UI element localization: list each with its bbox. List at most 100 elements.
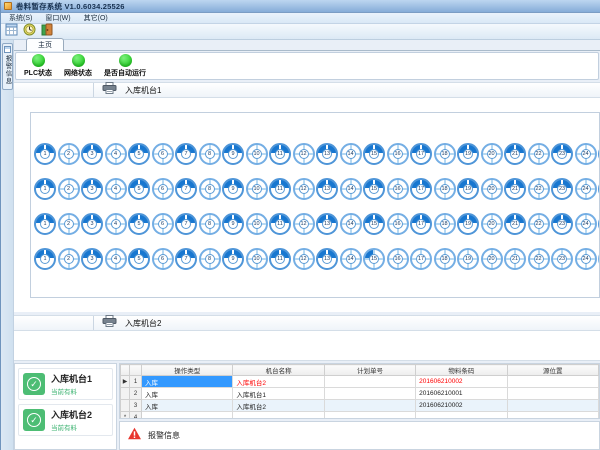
- status-indicators: PLC状态网络状态是否自动运行: [15, 52, 599, 80]
- table-cell[interactable]: 入库机台1: [233, 388, 324, 400]
- slot-number: 11: [275, 254, 285, 264]
- column-header[interactable]: 源位置: [507, 365, 598, 376]
- table-row[interactable]: 2入库入库机台1201606210001: [121, 388, 599, 400]
- slot-number: 9: [228, 184, 238, 194]
- coil-slot: 11: [269, 178, 291, 200]
- machine1-print-button[interactable]: [101, 84, 117, 97]
- coil-slot: 12: [293, 143, 315, 165]
- slot-number: 15: [369, 149, 379, 159]
- printer-icon: [102, 81, 117, 99]
- slot-number: 9: [228, 254, 238, 264]
- table-cell[interactable]: 201606210002: [416, 376, 507, 388]
- slot-number: 24: [581, 149, 591, 159]
- coil-slot: 8: [199, 143, 221, 165]
- coil-slot: 22: [528, 213, 550, 235]
- slot-grid: 1234567891011121314151617181920212223242…: [30, 112, 600, 298]
- slot-number: 22: [534, 149, 544, 159]
- coil-slot: 5: [128, 178, 150, 200]
- header-spacer: [14, 316, 94, 330]
- slot-number: 24: [581, 184, 591, 194]
- table-cell[interactable]: [324, 400, 415, 412]
- coil-slot: 1: [34, 143, 56, 165]
- coil-slot: 3: [81, 178, 103, 200]
- machine2-print-button[interactable]: [101, 317, 117, 330]
- table-cell[interactable]: [507, 388, 598, 400]
- slot-number: 7: [181, 219, 191, 229]
- table-cell[interactable]: [507, 400, 598, 412]
- coil-slot: 14: [340, 248, 362, 270]
- menu-item[interactable]: 窗口(W): [41, 13, 79, 23]
- machine-card[interactable]: ✓入库机台1当前有料: [18, 368, 113, 400]
- coil-slot: 24: [575, 143, 597, 165]
- table-cell[interactable]: 入库: [142, 400, 233, 412]
- coil-slot: 8: [199, 213, 221, 235]
- slot-number: 16: [393, 254, 403, 264]
- exit-button[interactable]: [40, 25, 54, 39]
- slot-number: 5: [134, 254, 144, 264]
- table-row[interactable]: 3入库入库机台2201606210002: [121, 400, 599, 412]
- slot-number: 19: [463, 149, 473, 159]
- slot-number: 14: [346, 184, 356, 194]
- coil-slot: 18: [434, 143, 456, 165]
- status-label: PLC状态: [24, 68, 52, 78]
- machine-card[interactable]: ✓入库机台2当前有料: [18, 404, 113, 436]
- table-cell[interactable]: 入库机台2: [233, 400, 324, 412]
- grid-schedule-icon: [5, 23, 18, 41]
- column-header[interactable]: 计划单号: [324, 365, 415, 376]
- slot-number: 14: [346, 254, 356, 264]
- table-cell[interactable]: 入库机台2: [233, 376, 324, 388]
- slot-number: 7: [181, 254, 191, 264]
- menu-bar: 系统(S)窗口(W)其它(O): [1, 13, 600, 24]
- table-row[interactable]: *4: [121, 412, 599, 420]
- coil-slot: 23: [551, 143, 573, 165]
- machine2-grid-panel: [14, 331, 600, 361]
- coil-slot: 9: [222, 178, 244, 200]
- slot-number: 2: [64, 254, 74, 264]
- table-cell[interactable]: 201606210001: [416, 388, 507, 400]
- slot-number: 3: [87, 219, 97, 229]
- column-header[interactable]: 机台名称: [233, 365, 324, 376]
- column-header[interactable]: 物料条码: [416, 365, 507, 376]
- table-cell[interactable]: [233, 412, 324, 420]
- table-cell[interactable]: 201606210002: [416, 400, 507, 412]
- coil-slot: 12: [293, 248, 315, 270]
- slot-number: 22: [534, 219, 544, 229]
- slot-number: 16: [393, 219, 403, 229]
- slot-number: 10: [252, 219, 262, 229]
- slot-number: 4: [111, 254, 121, 264]
- table-cell[interactable]: [416, 412, 507, 420]
- slot-number: 4: [111, 219, 121, 229]
- slot-number: 23: [557, 254, 567, 264]
- machine1-grid-panel: 1234567891011121314151617181920212223242…: [14, 98, 600, 312]
- table-cell[interactable]: [142, 412, 233, 420]
- slot-number: 7: [181, 149, 191, 159]
- coil-slot: 23: [551, 248, 573, 270]
- table-cell[interactable]: [507, 376, 598, 388]
- coil-slot: 4: [105, 213, 127, 235]
- table-row[interactable]: ▶1入库入库机台2201606210002: [121, 376, 599, 388]
- menu-item[interactable]: 系统(S): [5, 13, 41, 23]
- machine2-title: 入库机台2: [125, 318, 161, 329]
- coil-slot: 11: [269, 143, 291, 165]
- clock-button[interactable]: [22, 25, 36, 39]
- table-cell[interactable]: [507, 412, 598, 420]
- slot-number: 13: [322, 184, 332, 194]
- slot-number: 5: [134, 149, 144, 159]
- window-title: 卷料暂存系统 V1.0.6034.25526: [16, 1, 125, 12]
- tab-home[interactable]: 主页: [26, 38, 64, 51]
- table-body: ▶1入库入库机台22016062100022入库入库机台120160621000…: [121, 376, 599, 420]
- coil-slot: 4: [105, 143, 127, 165]
- table-cell[interactable]: 入库: [142, 376, 233, 388]
- coil-slot: 3: [81, 143, 103, 165]
- table-cell[interactable]: [324, 388, 415, 400]
- table-cell[interactable]: 入库: [142, 388, 233, 400]
- column-header[interactable]: 操作类型: [142, 365, 233, 376]
- coil-slot: 7: [175, 143, 197, 165]
- collapsed-alarm-panel-tab[interactable]: 报警信息: [2, 43, 13, 90]
- table-cell[interactable]: [324, 412, 415, 420]
- grid-schedule-button[interactable]: [4, 25, 18, 39]
- table-cell[interactable]: [324, 376, 415, 388]
- menu-item[interactable]: 其它(O): [80, 13, 117, 23]
- slot-number: 21: [510, 149, 520, 159]
- coil-slot: 15: [363, 248, 385, 270]
